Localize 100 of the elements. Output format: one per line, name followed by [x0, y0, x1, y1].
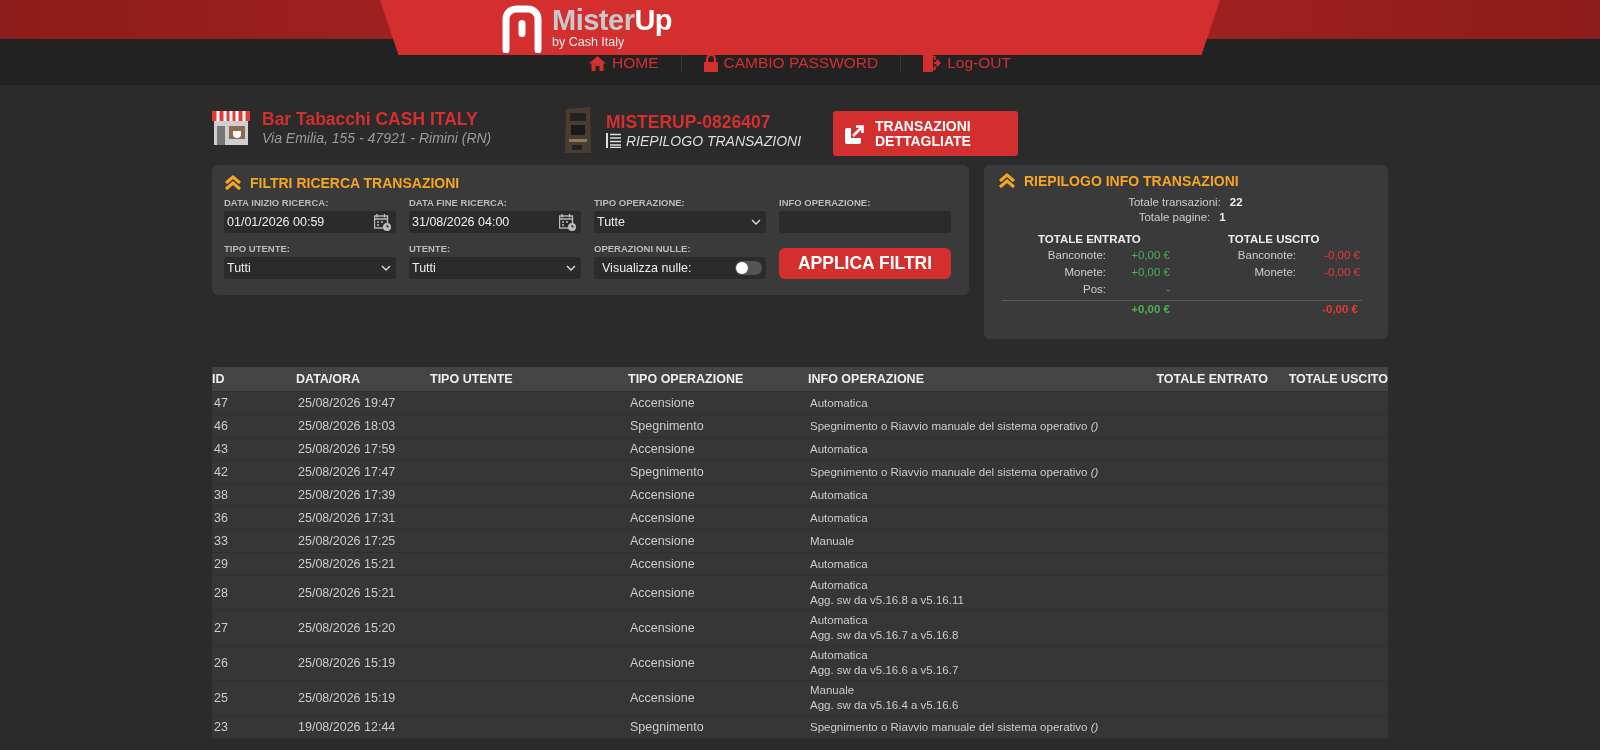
field-label: DATA FINE RICERCA: — [409, 197, 508, 208]
date-field[interactable]: 31/08/2026 04:00 — [409, 211, 581, 233]
column-header: TIPO UTENTE — [430, 372, 514, 386]
amount-label: Banconote: — [1046, 248, 1106, 263]
table-cell-text: 38 — [213, 488, 229, 502]
table-cell-text: 29 — [213, 557, 229, 571]
amount-label: Banconote: — [1236, 248, 1296, 263]
logo-icon — [502, 4, 542, 53]
select-field[interactable]: Tutti — [409, 257, 581, 279]
panel-title: RIEPILOGO INFO TRANSAZIONI — [1024, 173, 1239, 189]
amount-value: -0,00 € — [1323, 265, 1360, 280]
caret-icon — [751, 219, 761, 225]
select-field[interactable]: Tutte — [594, 211, 766, 233]
info-text: Manuale — [810, 533, 856, 549]
table-cell-text: 26 — [213, 656, 229, 670]
info-text: Automatica — [810, 441, 869, 457]
info-text: Automatica — [810, 648, 869, 663]
table-cell-text: Spegnimento — [629, 419, 705, 433]
column-header: TIPO OPERAZIONE — [628, 372, 745, 386]
total-value: -0,00 € — [1321, 302, 1358, 317]
table-cell-text: 25/08/2026 15:21 — [297, 586, 397, 600]
table-cell-text: 43 — [213, 442, 229, 456]
table-cell-text: 47 — [213, 396, 229, 410]
table-cell-text: 25/08/2026 17:25 — [297, 534, 397, 548]
table-cell-text: 25 — [213, 691, 229, 705]
table-cell-text: 25/08/2026 17:59 — [297, 442, 397, 456]
collapse-icon[interactable] — [998, 173, 1016, 189]
apply-filters-button[interactable]: APPLICA FILTRI — [779, 248, 951, 279]
table-cell-text: 27 — [213, 621, 229, 635]
table-cell-text: Spegnimento — [629, 465, 705, 479]
table-cell-text: 25/08/2026 17:47 — [297, 465, 397, 479]
table-cell-text: 25/08/2026 15:20 — [297, 621, 397, 635]
table-cell-text: 25/08/2026 18:03 — [297, 419, 397, 433]
info-text: Automatica — [810, 510, 869, 526]
collapse-icon[interactable] — [224, 175, 242, 191]
table-cell-text: 28 — [213, 586, 229, 600]
info-text: Agg. sw da v5.16.7 a v5.16.8 — [810, 628, 960, 643]
info-text: Spegnimento o Riavvio manuale del sistema operativo () — [810, 719, 1100, 735]
toggle-switch[interactable] — [735, 261, 762, 275]
info-text: Manuale — [810, 683, 856, 698]
table-cell-text: 25/08/2026 19:47 — [297, 396, 397, 410]
table-cell-text: Accensione — [629, 442, 696, 456]
detailed-transactions-button[interactable]: TRANSAZIONI DETTAGLIATE — [833, 111, 1018, 156]
store-icon — [212, 110, 250, 145]
stat-label: Totale transazioni: — [1128, 195, 1221, 210]
calendar-icon — [559, 213, 576, 231]
amount-label: Monete: — [1063, 265, 1106, 280]
info-text: Automatica — [810, 613, 869, 628]
table-cell-text: Accensione — [629, 656, 696, 670]
info-text: Automatica — [810, 578, 869, 593]
table-cell-text: 19/08/2026 12:44 — [297, 720, 397, 734]
calendar-icon — [374, 213, 391, 231]
field-label: TIPO UTENTE: — [224, 243, 291, 254]
info-text: Agg. sw da v5.16.6 a v5.16.7 — [810, 663, 960, 678]
field-label: UTENTE: — [409, 243, 452, 254]
table-cell-text: Accensione — [629, 557, 696, 571]
table-cell-text: Spegnimento — [629, 720, 705, 734]
table-cell-text: Accensione — [629, 586, 696, 600]
select-field[interactable]: Tutti — [224, 257, 396, 279]
section-title: TOTALE USCITO — [1228, 232, 1321, 247]
amount-label: Pos: — [1082, 282, 1106, 297]
table-cell-text: 23 — [213, 720, 229, 734]
external-link-icon — [845, 123, 865, 144]
stat-label: Totale pagine: — [1138, 210, 1211, 225]
table-cell-text: 25/08/2026 15:21 — [297, 557, 397, 571]
amount-value: - — [1165, 282, 1170, 297]
info-text: Automatica — [810, 487, 869, 503]
table-cell-text: 36 — [213, 511, 229, 525]
machine-code: MISTERUP-0826407 — [606, 111, 772, 133]
table-cell-text: Accensione — [629, 534, 696, 548]
amount-value: +0,00 € — [1130, 265, 1170, 280]
column-header: TOTALE USCITO — [1287, 372, 1388, 386]
total-value: +0,00 € — [1130, 302, 1170, 317]
stat-value: 22 — [1229, 195, 1244, 210]
logo-text: MisterUp — [552, 6, 673, 36]
caret-icon — [381, 265, 391, 271]
info-text: Agg. sw da v5.16.8 a v5.16.11 — [810, 593, 965, 608]
shop-name: Bar Tabacchi CASH ITALY — [262, 109, 479, 130]
table-cell-text: 33 — [213, 534, 229, 548]
table-cell-text: Accensione — [629, 511, 696, 525]
amount-value: +0,00 € — [1130, 248, 1170, 263]
date-field[interactable]: 01/01/2026 00:59 — [224, 211, 396, 233]
table-cell-text: 25/08/2026 17:39 — [297, 488, 397, 502]
field-label: INFO OPERAZIONE: — [779, 197, 872, 208]
column-header: INFO OPERAZIONE — [808, 372, 925, 386]
list-icon — [606, 133, 621, 148]
caret-icon — [566, 265, 576, 271]
view-title: RIEPILOGO TRANSAZIONI — [626, 132, 802, 149]
table-cell-text: Accensione — [629, 691, 696, 705]
column-header: TOTALE ENTRATO — [1155, 372, 1268, 386]
table-cell-text: Accensione — [629, 396, 696, 410]
column-header: DATA/ORA — [296, 372, 362, 386]
amount-label: Monete: — [1253, 265, 1296, 280]
column-header: ID — [212, 372, 226, 386]
table-cell-text: 25/08/2026 17:31 — [297, 511, 397, 525]
logo-tagline: by Cash Italy — [552, 36, 626, 49]
info-text: Spegnimento o Riavvio manuale del sistema operativo () — [810, 464, 1100, 480]
field-label: OPERAZIONI NULLE: — [594, 243, 692, 254]
table-cell-text: Accensione — [629, 621, 696, 635]
table-cell-text: Accensione — [629, 488, 696, 502]
